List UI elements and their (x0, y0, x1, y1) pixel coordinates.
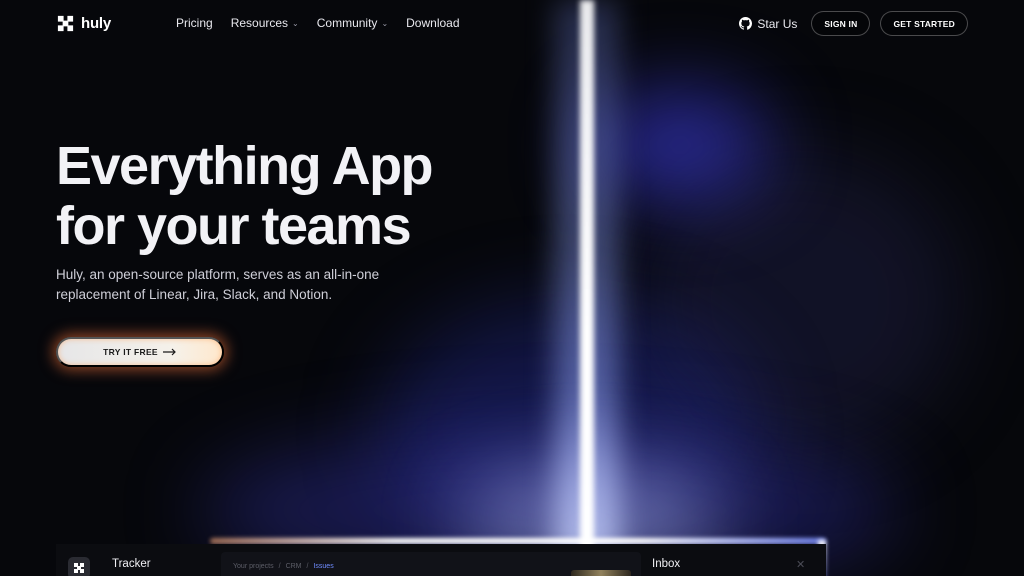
github-star-link[interactable]: Star Us (739, 17, 797, 31)
hero-title: Everything App for your teams (56, 136, 434, 256)
hero-title-line-2: for your teams (56, 196, 412, 256)
github-icon (739, 17, 753, 30)
nav-link-pricing[interactable]: Pricing (176, 16, 213, 30)
nav-link-download[interactable]: Download (406, 16, 459, 30)
cta-label: TRY IT FREE (103, 347, 158, 357)
sign-in-button[interactable]: SIGN IN (811, 11, 871, 36)
primary-nav: Pricing Resources ⌄ Community ⌄ Download (176, 16, 460, 30)
close-icon[interactable]: ✕ (796, 558, 805, 571)
nav-actions: Star Us SIGN IN GET STARTED (739, 11, 968, 36)
breadcrumb-item[interactable]: Your projects (233, 563, 274, 570)
chevron-down-icon: ⌄ (292, 18, 299, 28)
star-label: Star Us (757, 16, 798, 31)
brand-logo[interactable]: huly (56, 14, 111, 33)
nav-link-label: Resources (230, 16, 289, 30)
hero-subtitle: Huly, an open-source platform, serves as… (56, 267, 380, 302)
breadcrumb-separator: / (306, 563, 309, 570)
chevron-down-icon: ⌄ (381, 18, 389, 28)
nav-link-resources[interactable]: Resources ⌄ (231, 16, 299, 30)
nav-link-label: Community (316, 16, 378, 30)
app-logo-icon (68, 557, 90, 576)
tracker-label: Tracker (112, 558, 151, 570)
try-it-free-button[interactable]: TRY IT FREE (56, 337, 224, 367)
nav-link-label: Pricing (176, 16, 213, 30)
breadcrumb-item[interactable]: CRM (286, 563, 302, 570)
issues-panel: Your projects / CRM / Issues (221, 552, 641, 576)
breadcrumb-separator: / (278, 563, 281, 570)
get-started-button[interactable]: GET STARTED (880, 11, 968, 36)
top-navigation: huly Pricing Resources ⌄ Community ⌄ Dow… (0, 0, 1024, 48)
breadcrumb-item-current[interactable]: Issues (313, 563, 333, 570)
app-preview: Tracker Your projects / CRM / Issues Inb… (56, 544, 826, 576)
huly-logo-icon (57, 15, 74, 32)
nav-link-label: Download (406, 16, 460, 30)
preview-thumbnail (571, 570, 631, 576)
hero-title-line-1: Everything App (56, 136, 434, 196)
brand-name: huly (81, 15, 112, 32)
arrow-right-icon (162, 348, 176, 356)
nav-link-community[interactable]: Community ⌄ (317, 16, 388, 30)
inbox-label: Inbox (652, 558, 681, 570)
breadcrumb: Your projects / CRM / Issues (233, 563, 334, 570)
